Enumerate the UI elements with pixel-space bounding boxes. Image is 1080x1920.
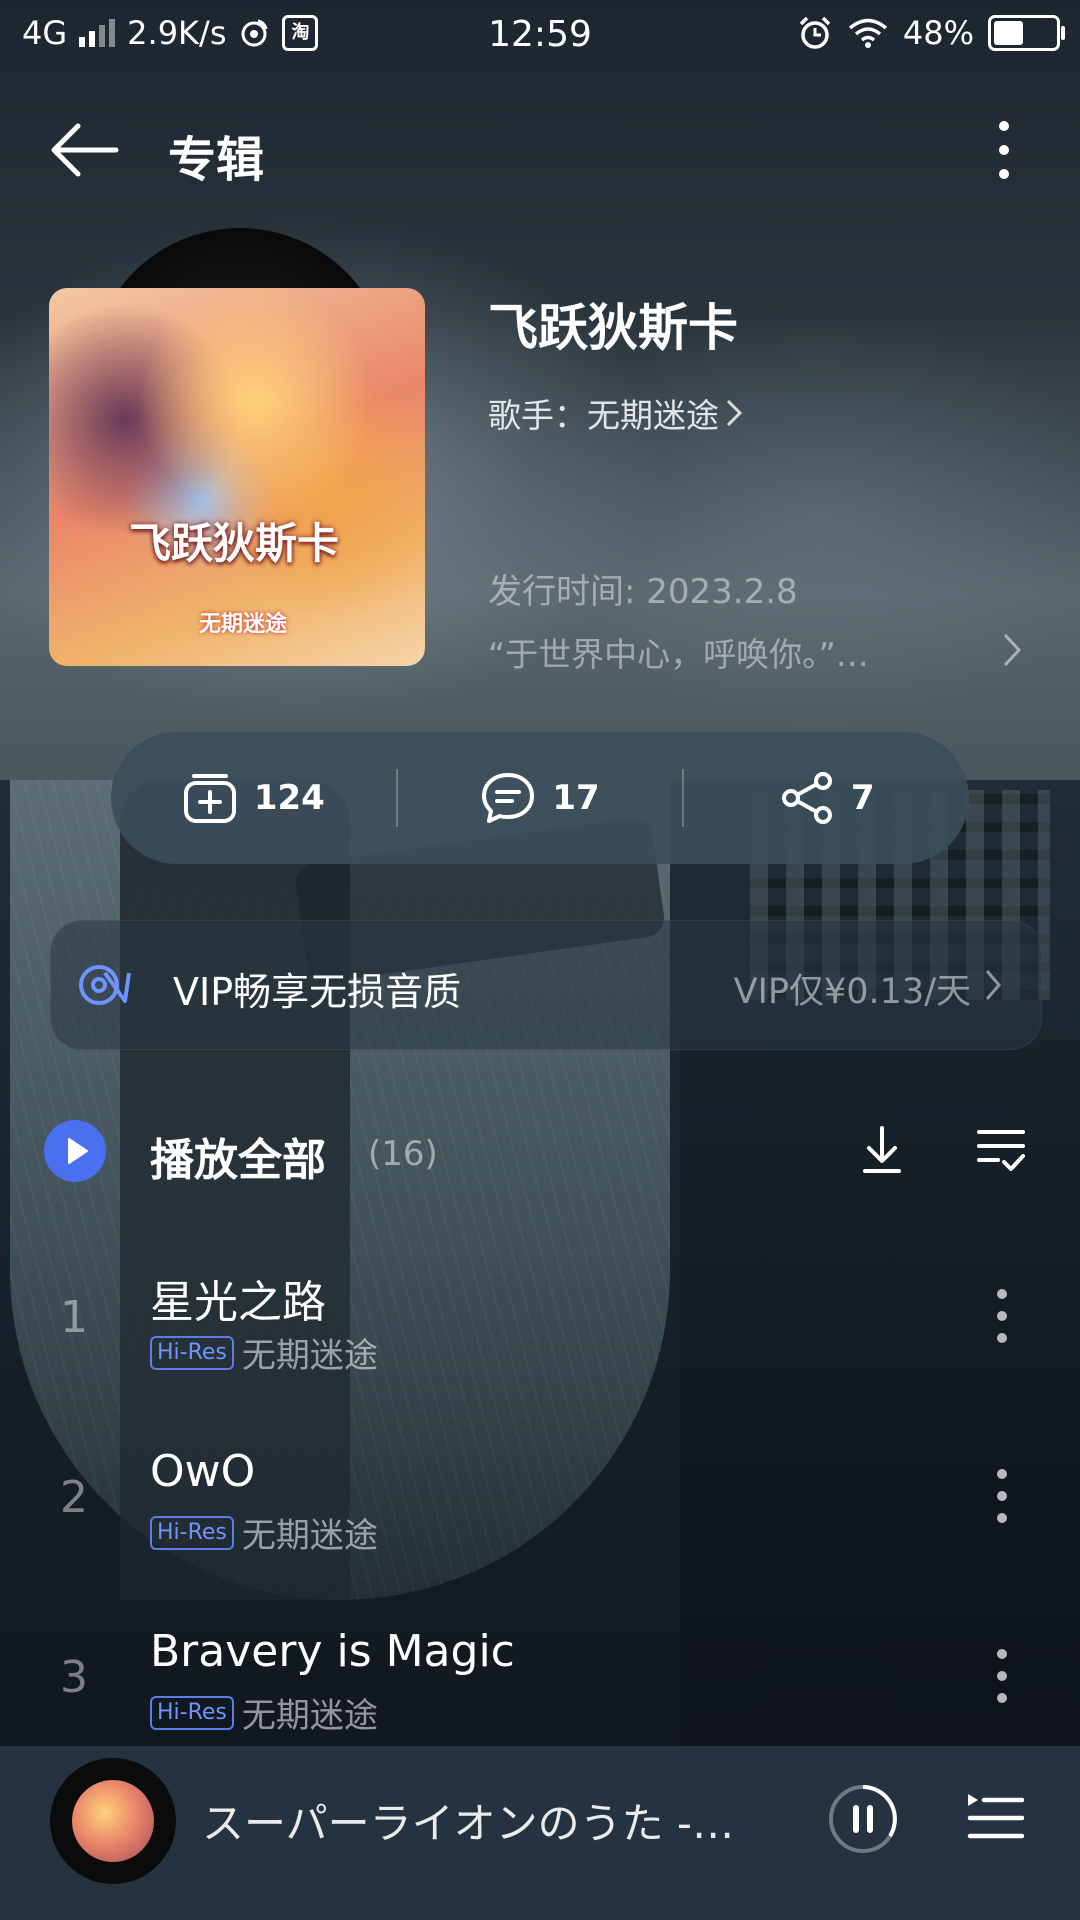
song-row[interactable]: 1 星光之路 Hi-Res 无期迷途: [0, 1258, 1080, 1428]
song-meta: Hi-Res 无期迷途: [150, 1688, 378, 1737]
alarm-icon: [799, 16, 831, 49]
battery-icon: [988, 15, 1065, 51]
comment-icon: [482, 773, 535, 823]
song-index: 3: [60, 1652, 88, 1703]
pause-icon[interactable]: [828, 1784, 898, 1854]
download-icon[interactable]: [862, 1124, 902, 1176]
vip-price: VIP仅¥0.13/天: [733, 972, 971, 1012]
back-arrow-icon[interactable]: [50, 120, 120, 180]
share-count: 7: [850, 778, 875, 818]
hires-badge: Hi-Res: [150, 1515, 234, 1550]
comment-count: 17: [552, 778, 600, 818]
collect-count: 124: [253, 778, 325, 818]
chevron-right-icon: [726, 399, 743, 427]
song-meta: Hi-Res 无期迷途: [150, 1328, 378, 1377]
status-bar: 4G 2.9K/s 淘 12:59 48%: [0, 0, 1080, 76]
song-index: 2: [60, 1472, 88, 1523]
album-action-bar: 124 17 7: [111, 732, 969, 864]
album-title: 飞跃狄斯卡: [488, 299, 738, 357]
share-button[interactable]: 7: [684, 771, 969, 825]
song-index: 1: [60, 1292, 88, 1343]
artist-link[interactable]: 歌手：无期迷途: [488, 389, 745, 437]
cover-logo-text: 无期迷途: [199, 612, 288, 637]
now-playing-title[interactable]: スーパーライオンのうた -…: [202, 1790, 742, 1851]
playlist-icon[interactable]: [966, 1790, 1024, 1846]
comment-button[interactable]: 17: [398, 771, 683, 825]
now-playing-cover: [72, 1780, 154, 1862]
mini-player[interactable]: スーパーライオンのうた -…: [0, 1746, 1080, 1920]
song-more-icon[interactable]: [996, 1468, 1008, 1524]
share-icon: [781, 772, 832, 824]
song-artist: 无期迷途: [241, 1516, 378, 1556]
artist-label: 歌手：无期迷途: [488, 396, 719, 435]
play-icon: [68, 1138, 88, 1164]
page-title: 专辑: [168, 132, 265, 188]
song-title: OwO: [150, 1446, 256, 1497]
vip-banner[interactable]: VIP畅享无损音质 VIP仅¥0.13/天: [50, 920, 1042, 1050]
collect-button[interactable]: 124: [111, 771, 396, 825]
description-chevron-icon[interactable]: [1000, 630, 1024, 670]
chevron-right-icon: [985, 970, 1001, 1000]
album-description[interactable]: “于世界中心，呼唤你。”…: [488, 628, 958, 676]
song-more-icon[interactable]: [996, 1288, 1008, 1344]
album-cover[interactable]: 飞跃狄斯卡 无期迷途: [49, 288, 425, 666]
song-more-icon[interactable]: [996, 1648, 1008, 1704]
now-playing-disc[interactable]: [50, 1758, 176, 1884]
song-title: 星光之路: [150, 1277, 326, 1328]
status-right: 48%: [797, 14, 1065, 52]
collect-add-icon: [183, 774, 236, 823]
release-date: 发行时间: 2023.2.8: [488, 572, 798, 612]
multi-select-icon[interactable]: [976, 1126, 1026, 1174]
hires-badge: Hi-Res: [150, 1695, 234, 1730]
song-artist: 无期迷途: [241, 1336, 378, 1376]
play-all-label[interactable]: 播放全部: [150, 1124, 326, 1188]
song-title: Bravery is Magic: [150, 1626, 515, 1677]
vip-sound-icon: [79, 965, 131, 1005]
battery-percent: 48%: [902, 14, 974, 52]
song-row[interactable]: 2 OwO Hi-Res 无期迷途: [0, 1438, 1080, 1608]
more-options-icon[interactable]: [992, 118, 1016, 182]
song-artist: 无期迷途: [241, 1696, 378, 1736]
song-meta: Hi-Res 无期迷途: [150, 1508, 378, 1557]
cover-title-text: 飞跃狄斯卡: [129, 519, 340, 568]
wifi-icon: [848, 18, 887, 48]
song-count: (16): [368, 1134, 438, 1174]
hires-badge: Hi-Res: [150, 1335, 234, 1370]
play-all-button[interactable]: [44, 1120, 106, 1182]
vip-text: VIP畅享无损音质: [173, 970, 462, 1014]
